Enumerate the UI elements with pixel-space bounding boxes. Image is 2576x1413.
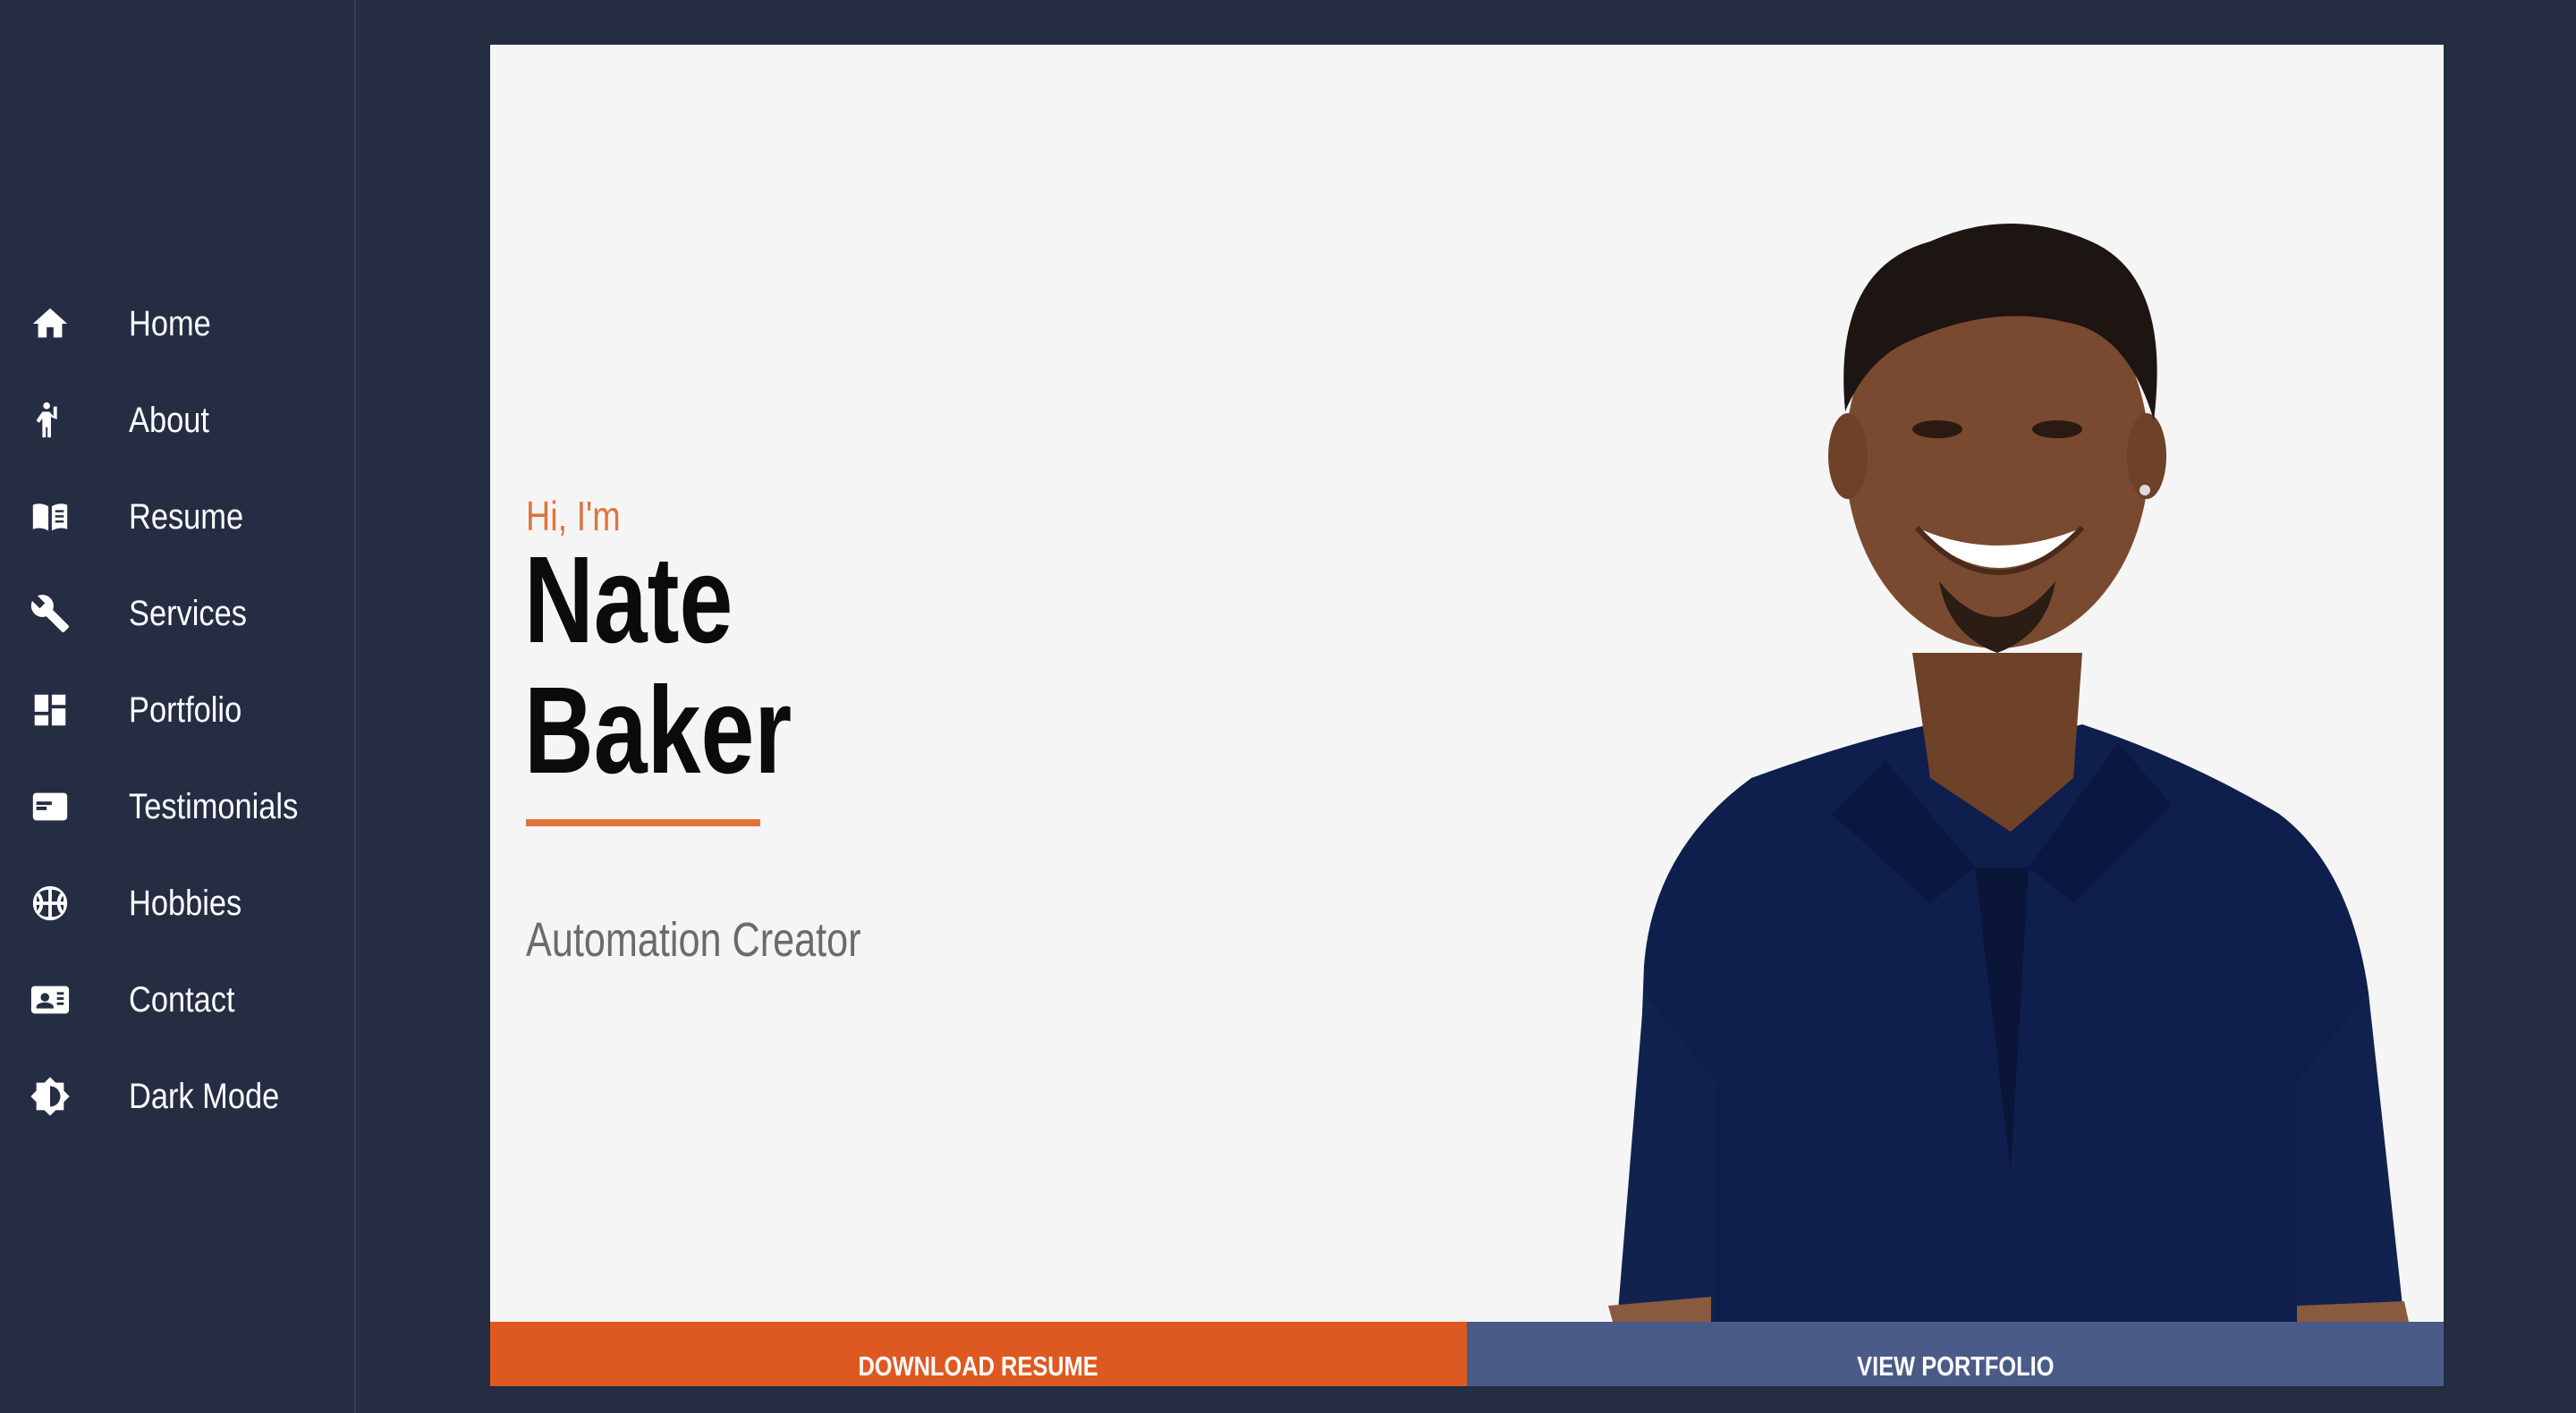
first-name: Nate: [524, 531, 733, 669]
sidebar-item-label: Dark Mode: [129, 1076, 280, 1116]
person-waving-icon: [27, 397, 73, 444]
dashboard-icon: [27, 687, 73, 733]
page-title: Nate Baker: [524, 535, 792, 796]
sidebar: Home About Resume Services Portfolio Tes…: [0, 0, 356, 1413]
download-resume-button[interactable]: DOWNLOAD RESUME: [490, 1322, 1467, 1386]
sidebar-item-label: Portfolio: [129, 690, 242, 730]
sidebar-item-resume[interactable]: Resume: [0, 469, 354, 565]
view-portfolio-label: VIEW PORTFOLIO: [1856, 1350, 2055, 1382]
sidebar-nav: Home About Resume Services Portfolio Tes…: [0, 275, 354, 1145]
sidebar-item-label: Contact: [129, 979, 235, 1020]
sidebar-item-home[interactable]: Home: [0, 275, 354, 372]
sidebar-item-services[interactable]: Services: [0, 565, 354, 662]
home-icon: [27, 300, 73, 347]
sidebar-item-portfolio[interactable]: Portfolio: [0, 662, 354, 758]
sidebar-item-hobbies[interactable]: Hobbies: [0, 855, 354, 952]
hero-actions: DOWNLOAD RESUME VIEW PORTFOLIO: [490, 1322, 2444, 1386]
sidebar-item-testimonials[interactable]: Testimonials: [0, 758, 354, 855]
sidebar-item-dark-mode[interactable]: Dark Mode: [0, 1048, 354, 1145]
hero-card: Hi, I'm Nate Baker Automation Creator: [490, 45, 2444, 1322]
sidebar-item-label: Testimonials: [129, 786, 299, 826]
title-underline: [526, 819, 760, 826]
basketball-icon: [27, 880, 73, 926]
wrench-icon: [27, 590, 73, 637]
sidebar-item-label: Resume: [129, 496, 244, 537]
view-portfolio-button[interactable]: VIEW PORTFOLIO: [1467, 1322, 2444, 1386]
contact-card-icon: [27, 977, 73, 1023]
sidebar-item-contact[interactable]: Contact: [0, 952, 354, 1048]
book-icon: [27, 494, 73, 540]
portrait-photo: [1608, 224, 2409, 1322]
sidebar-item-label: About: [129, 400, 209, 440]
download-resume-label: DOWNLOAD RESUME: [858, 1350, 1099, 1382]
brightness-icon: [27, 1073, 73, 1120]
last-name: Baker: [524, 662, 792, 800]
sidebar-item-label: Services: [129, 593, 247, 633]
card-text-icon: [27, 783, 73, 830]
sidebar-item-label: Home: [129, 303, 211, 343]
sidebar-item-about[interactable]: About: [0, 372, 354, 469]
role-subtitle: Automation Creator: [526, 913, 861, 967]
sidebar-item-label: Hobbies: [129, 883, 242, 923]
